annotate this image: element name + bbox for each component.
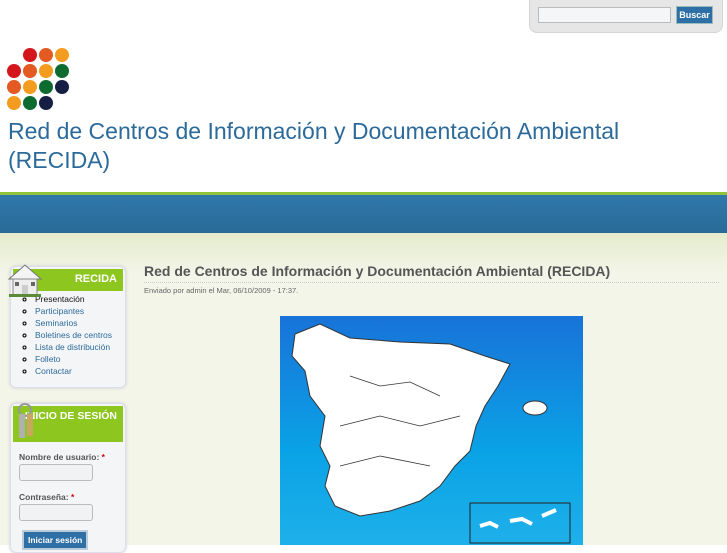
logo-dot xyxy=(39,48,53,62)
username-label: Nombre de usuario: * xyxy=(19,452,105,462)
username-input[interactable] xyxy=(19,464,93,481)
login-button[interactable]: Iniciar sesión xyxy=(22,530,89,550)
logo[interactable] xyxy=(7,48,75,114)
nav-bar xyxy=(0,195,727,233)
recida-block: RECIDA PresentaciónParticipantes Seminari… xyxy=(7,264,126,388)
logo-dot xyxy=(55,80,69,94)
keys-icon xyxy=(18,403,33,438)
login-block: INICIO DE SESIÓN Nombre de usuario: * Co… xyxy=(10,403,126,553)
logo-dot xyxy=(39,96,53,110)
logo-dot xyxy=(7,80,21,94)
logo-dot xyxy=(55,48,69,62)
recida-block-title: RECIDA xyxy=(7,264,123,297)
password-input[interactable] xyxy=(19,504,93,521)
logo-dot xyxy=(23,80,37,94)
search-box: Buscar xyxy=(529,0,723,33)
spain-map-image xyxy=(280,316,583,545)
menu-item[interactable]: Participantes xyxy=(35,305,125,317)
menu-item[interactable]: Contactar xyxy=(35,365,125,377)
menu-link[interactable]: Lista de distribución xyxy=(35,342,110,352)
menu-item[interactable]: Lista de distribución xyxy=(35,341,125,353)
menu-link[interactable]: Participantes xyxy=(35,306,84,316)
logo-dot xyxy=(23,48,37,62)
logo-dot xyxy=(23,64,37,78)
menu-link[interactable]: Boletines de centros xyxy=(35,330,112,340)
logo-dot xyxy=(7,96,21,110)
menu-link[interactable]: Folleto xyxy=(35,354,61,364)
logo-dot xyxy=(23,96,37,110)
menu-item[interactable]: Seminarios xyxy=(35,317,125,329)
house-icon xyxy=(7,264,43,297)
logo-dot xyxy=(39,80,53,94)
menu-item[interactable]: Folleto xyxy=(35,353,125,365)
password-label: Contraseña: * xyxy=(19,492,75,502)
node-submitted: Enviado por admin el Mar, 06/10/2009 - 1… xyxy=(144,286,299,295)
menu-link[interactable]: Seminarios xyxy=(35,318,78,328)
search-button[interactable]: Buscar xyxy=(676,6,713,24)
search-input[interactable] xyxy=(538,7,671,23)
logo-dot xyxy=(55,64,69,78)
site-title[interactable]: Red de Centros de Información y Document… xyxy=(8,117,688,175)
node-title[interactable]: Red de Centros de Información y Document… xyxy=(144,263,719,283)
menu-item[interactable]: Presentación xyxy=(35,293,125,305)
logo-dot xyxy=(39,64,53,78)
menu-item[interactable]: Boletines de centros xyxy=(35,329,125,341)
logo-dot xyxy=(7,64,21,78)
login-block-title: INICIO DE SESIÓN xyxy=(13,403,123,442)
recida-menu: PresentaciónParticipantes Seminarios Bolet… xyxy=(11,293,125,377)
menu-link[interactable]: Contactar xyxy=(35,366,72,376)
